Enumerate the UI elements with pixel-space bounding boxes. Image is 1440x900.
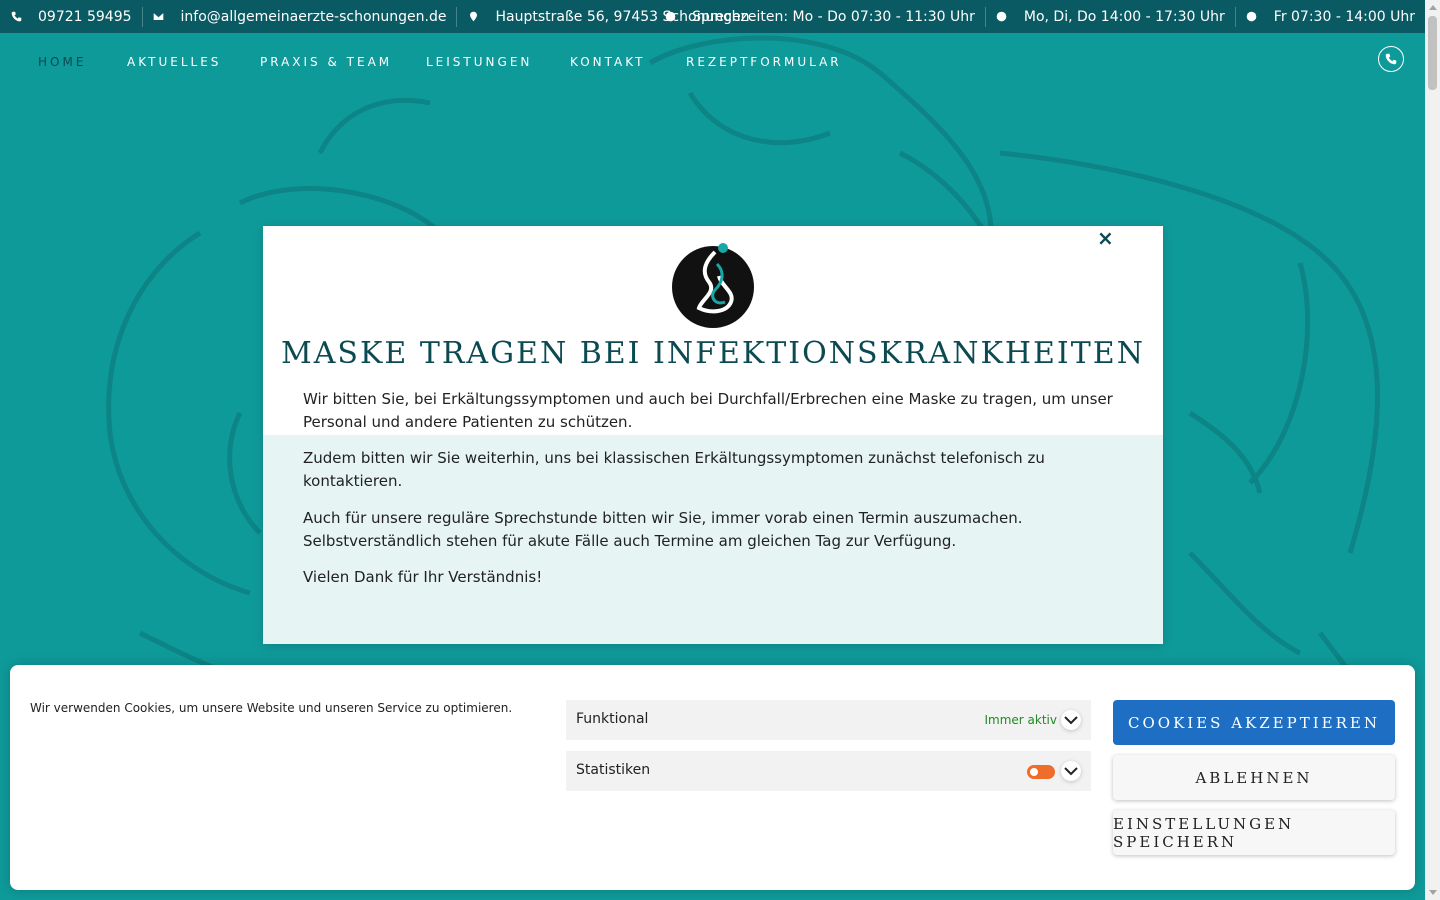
main-navigation: Home Aktuelles Praxis & Team Leistungen … <box>0 33 1425 93</box>
phone-call-button[interactable] <box>1378 46 1404 72</box>
clock-icon <box>664 11 676 23</box>
phone-icon <box>10 11 22 23</box>
map-pin-icon <box>467 11 479 23</box>
nav-leistungen[interactable]: Leistungen <box>426 55 532 69</box>
modal-paragraph-2: Zudem bitten wir Sie weiterhin, uns bei … <box>303 449 1045 490</box>
clock-icon <box>1246 11 1258 23</box>
divider <box>984 6 986 27</box>
decline-cookies-button[interactable]: Ablehnen <box>1113 755 1395 800</box>
cookie-category-functional[interactable]: Funktional Immer aktiv <box>566 700 1091 740</box>
nav-praxis-team[interactable]: Praxis & Team <box>260 55 392 69</box>
accept-cookies-button[interactable]: Cookies akzeptieren <box>1113 700 1395 745</box>
envelope-icon <box>153 11 165 23</box>
nav-rezeptformular[interactable]: Rezeptformular <box>686 55 842 69</box>
save-settings-button[interactable]: Einstellungen speichern <box>1113 810 1395 855</box>
phone-icon <box>1385 53 1397 65</box>
cookie-message: Wir verwenden Cookies, um unsere Website… <box>30 701 513 715</box>
nav-aktuelles[interactable]: Aktuelles <box>127 55 221 69</box>
divider <box>456 6 458 27</box>
topbar-phone[interactable]: 09721 59495 <box>10 0 132 33</box>
category-name: Funktional <box>576 711 649 727</box>
practice-logo <box>672 243 754 328</box>
topbar-hours-2-text: Mo, Di, Do 14:00 - 17:30 Uhr <box>1023 8 1225 25</box>
statistics-toggle[interactable] <box>1027 765 1055 779</box>
scroll-up-arrow-icon[interactable] <box>1429 5 1437 10</box>
category-name: Statistiken <box>576 762 651 778</box>
topbar-hours-1: Sprechzeiten: Mo - Do 07:30 - 11:30 Uhr <box>664 0 975 33</box>
scroll-thumb[interactable] <box>1428 16 1437 90</box>
modal-paragraph-3: Auch für unsere reguläre Sprechstunde bi… <box>303 509 1023 550</box>
top-info-bar: 09721 59495 info@allgemeinaerzte-schonun… <box>0 0 1425 33</box>
topbar-phone-text: 09721 59495 <box>38 8 132 25</box>
modal-paragraph-1: Wir bitten Sie, bei Erkältungssymptomen … <box>303 390 1113 431</box>
modal-paragraph-4: Vielen Dank für Ihr Verständnis! <box>303 568 543 586</box>
cookie-banner: Wir verwenden Cookies, um unsere Website… <box>10 665 1415 890</box>
topbar-hours-2: Mo, Di, Do 14:00 - 17:30 Uhr <box>996 0 1225 33</box>
cookie-category-statistics[interactable]: Statistiken <box>566 751 1091 791</box>
nav-kontakt[interactable]: Kontakt <box>570 55 646 69</box>
chevron-down-icon[interactable] <box>1061 710 1081 730</box>
divider <box>1234 6 1236 27</box>
topbar-hours-3-text: Fr 07:30 - 14:00 Uhr <box>1273 8 1415 25</box>
page-scrollbar[interactable] <box>1425 0 1440 900</box>
chevron-down-icon[interactable] <box>1061 761 1081 781</box>
scroll-down-arrow-icon[interactable] <box>1429 890 1437 895</box>
topbar-hours-3: Fr 07:30 - 14:00 Uhr <box>1246 0 1415 33</box>
topbar-email-text: info@allgemeinaerzte-schonungen.de <box>180 8 447 25</box>
nav-home[interactable]: Home <box>38 55 86 69</box>
clock-icon <box>996 11 1008 23</box>
divider <box>141 6 143 27</box>
category-status: Immer aktiv <box>984 713 1058 727</box>
announcement-modal: × Maske tragen bei Infektionskrankheiten… <box>263 226 1163 644</box>
topbar-hours-1-text: Sprechzeiten: Mo - Do 07:30 - 11:30 Uhr <box>692 8 975 25</box>
close-icon[interactable]: × <box>1097 228 1114 248</box>
modal-title: Maske tragen bei Infektionskrankheiten <box>281 336 1145 371</box>
topbar-email[interactable]: info@allgemeinaerzte-schonungen.de <box>153 0 447 33</box>
